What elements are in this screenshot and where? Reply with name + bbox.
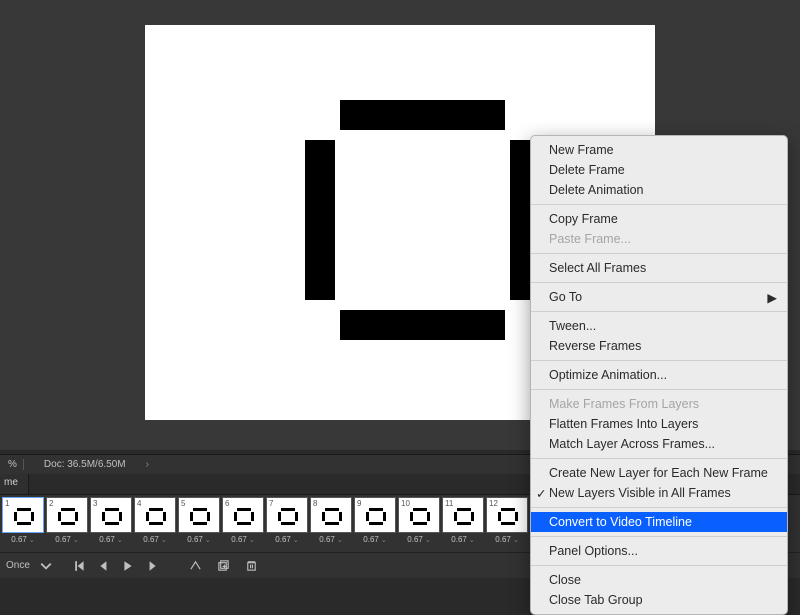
menu-optimize[interactable]: Optimize Animation... bbox=[531, 365, 787, 385]
frame-duration[interactable]: 0.67⌄ bbox=[90, 533, 132, 544]
menu-close-tab-group[interactable]: Close Tab Group bbox=[531, 590, 787, 610]
frame-duration[interactable]: 0.67⌄ bbox=[222, 533, 264, 544]
menu-go-to[interactable]: Go To▶ bbox=[531, 287, 787, 307]
menu-new-layers-visible[interactable]: ✓New Layers Visible in All Frames bbox=[531, 483, 787, 503]
frame-thumbnail[interactable]: 2 0.67⌄ bbox=[46, 497, 88, 544]
duplicate-frame-button[interactable] bbox=[213, 555, 235, 577]
frame-thumbnail[interactable]: 10 0.67⌄ bbox=[398, 497, 440, 544]
frame-thumbnail[interactable]: 1 0.67⌄ bbox=[2, 497, 44, 544]
menu-separator bbox=[531, 536, 787, 537]
delete-frame-button[interactable] bbox=[241, 555, 263, 577]
frame-thumbnail[interactable]: 8 0.67⌄ bbox=[310, 497, 352, 544]
menu-delete-frame[interactable]: Delete Frame bbox=[531, 160, 787, 180]
frame-duration[interactable]: 0.67⌄ bbox=[134, 533, 176, 544]
menu-create-new-layer[interactable]: Create New Layer for Each New Frame bbox=[531, 463, 787, 483]
menu-tween[interactable]: Tween... bbox=[531, 316, 787, 336]
menu-close[interactable]: Close bbox=[531, 570, 787, 590]
menu-panel-options[interactable]: Panel Options... bbox=[531, 541, 787, 561]
shape-top bbox=[340, 100, 505, 130]
check-icon: ✓ bbox=[536, 486, 546, 501]
menu-separator bbox=[531, 507, 787, 508]
menu-make-from-layers: Make Frames From Layers bbox=[531, 394, 787, 414]
menu-separator bbox=[531, 311, 787, 312]
shape-left bbox=[305, 140, 335, 300]
menu-separator bbox=[531, 360, 787, 361]
menu-paste-frame: Paste Frame... bbox=[531, 229, 787, 249]
shape-bottom bbox=[340, 310, 505, 340]
menu-select-all[interactable]: Select All Frames bbox=[531, 258, 787, 278]
submenu-arrow-icon: ▶ bbox=[767, 290, 777, 305]
menu-reverse[interactable]: Reverse Frames bbox=[531, 336, 787, 356]
frame-thumbnail[interactable]: 9 0.67⌄ bbox=[354, 497, 396, 544]
frame-duration[interactable]: 0.67⌄ bbox=[310, 533, 352, 544]
menu-separator bbox=[531, 253, 787, 254]
transition-icon[interactable] bbox=[185, 555, 207, 577]
frame-duration[interactable]: 0.67⌄ bbox=[266, 533, 308, 544]
loop-mode-select[interactable]: Once bbox=[6, 560, 30, 571]
first-frame-button[interactable] bbox=[70, 556, 90, 576]
frame-duration[interactable]: 0.67⌄ bbox=[442, 533, 484, 544]
menu-flatten[interactable]: Flatten Frames Into Layers bbox=[531, 414, 787, 434]
menu-separator bbox=[531, 204, 787, 205]
frame-thumbnail[interactable]: 12 0.67⌄ bbox=[486, 497, 528, 544]
frame-thumbnail[interactable]: 7 0.67⌄ bbox=[266, 497, 308, 544]
menu-copy-frame[interactable]: Copy Frame bbox=[531, 209, 787, 229]
frame-thumbnail[interactable]: 4 0.67⌄ bbox=[134, 497, 176, 544]
zoom-level[interactable]: % bbox=[8, 459, 24, 470]
menu-separator bbox=[531, 389, 787, 390]
frame-duration[interactable]: 0.67⌄ bbox=[2, 533, 44, 544]
menu-separator bbox=[531, 565, 787, 566]
loop-caret-icon[interactable] bbox=[36, 556, 56, 576]
doc-size-label: Doc: 36.5M/6.50M bbox=[44, 459, 126, 470]
play-button[interactable] bbox=[118, 556, 138, 576]
menu-match-layer[interactable]: Match Layer Across Frames... bbox=[531, 434, 787, 454]
timeline-context-menu[interactable]: New Frame Delete Frame Delete Animation … bbox=[530, 135, 788, 615]
timeline-panel-tab[interactable]: me bbox=[0, 474, 29, 494]
frame-thumbnail[interactable]: 6 0.67⌄ bbox=[222, 497, 264, 544]
frame-thumbnail[interactable]: 11 0.67⌄ bbox=[442, 497, 484, 544]
frame-duration[interactable]: 0.67⌄ bbox=[398, 533, 440, 544]
prev-frame-button[interactable] bbox=[94, 556, 114, 576]
menu-convert-to-video[interactable]: Convert to Video Timeline bbox=[531, 512, 787, 532]
frame-duration[interactable]: 0.67⌄ bbox=[46, 533, 88, 544]
menu-new-frame[interactable]: New Frame bbox=[531, 140, 787, 160]
frame-thumbnail[interactable]: 3 0.67⌄ bbox=[90, 497, 132, 544]
frame-duration[interactable]: 0.67⌄ bbox=[486, 533, 528, 544]
status-arrow-icon[interactable]: › bbox=[146, 459, 149, 470]
frame-duration[interactable]: 0.67⌄ bbox=[178, 533, 220, 544]
next-frame-button[interactable] bbox=[142, 556, 162, 576]
frame-thumbnail[interactable]: 5 0.67⌄ bbox=[178, 497, 220, 544]
frame-duration[interactable]: 0.67⌄ bbox=[354, 533, 396, 544]
menu-separator bbox=[531, 458, 787, 459]
menu-separator bbox=[531, 282, 787, 283]
menu-delete-animation[interactable]: Delete Animation bbox=[531, 180, 787, 200]
